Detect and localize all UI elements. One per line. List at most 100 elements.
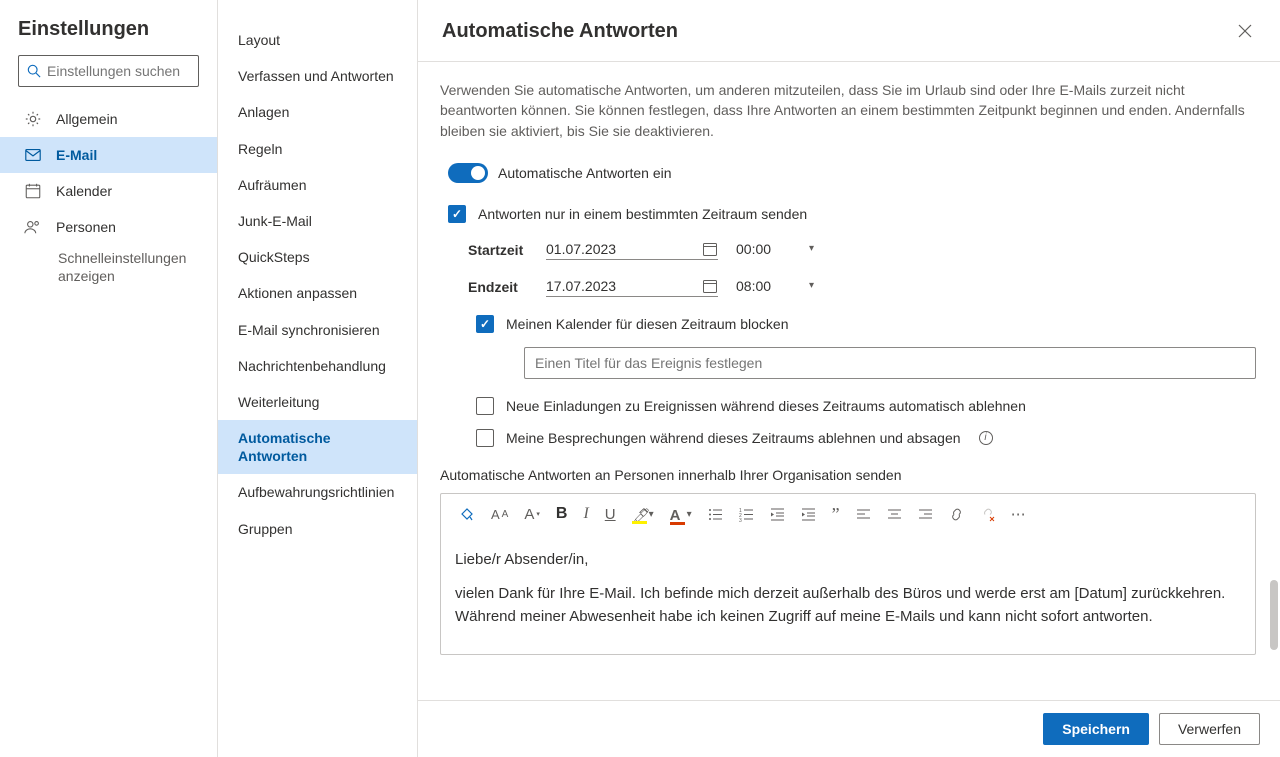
mid-item-sync[interactable]: E-Mail synchronisieren (218, 312, 417, 348)
gear-icon (24, 110, 42, 128)
number-list-icon: 123 (739, 507, 754, 522)
fontcolor-icon: A (670, 507, 685, 522)
font-size-button[interactable]: A▾ (524, 506, 540, 523)
mid-item-attachments[interactable]: Anlagen (218, 94, 417, 130)
auto-reply-toggle[interactable] (448, 163, 488, 183)
unlink-icon (980, 507, 995, 522)
intro-text: Verwenden Sie automatische Antworten, um… (440, 80, 1256, 141)
main-panel: Automatische Antworten Verwenden Sie aut… (418, 0, 1280, 757)
org-section-label: Automatische Antworten an Personen inner… (440, 467, 1256, 483)
mid-item-customize-actions[interactable]: Aktionen anpassen (218, 275, 417, 311)
quick-settings-link[interactable]: Schnelleinstellungen anzeigen (0, 245, 217, 293)
main-body: Verwenden Sie automatische Antworten, um… (418, 62, 1280, 700)
calendar-icon (702, 241, 718, 257)
editor-toolbar: AA A▾ B I U 🖊▾ A▾ 123 ” ⋯ (441, 494, 1255, 535)
event-title-wrapper (524, 347, 1256, 379)
nav-label: E-Mail (56, 147, 97, 163)
format-painter-button[interactable] (459, 506, 475, 522)
unlink-button[interactable] (980, 507, 995, 522)
nav-label: Personen (56, 219, 116, 235)
block-calendar-checkbox[interactable] (476, 315, 494, 333)
align-center-button[interactable] (887, 507, 902, 522)
discard-button[interactable]: Verwerfen (1159, 713, 1260, 745)
calendar-icon (702, 278, 718, 294)
close-icon (1238, 24, 1252, 38)
cancel-meetings-label: Meine Besprechungen während dieses Zeitr… (506, 430, 961, 446)
indent-icon (801, 507, 816, 522)
editor-paragraph: Liebe/r Absender/in, (455, 549, 1241, 572)
start-date-input[interactable]: 01.07.2023 (546, 241, 718, 260)
align-right-button[interactable] (918, 507, 933, 522)
search-input[interactable] (47, 63, 190, 79)
outdent-icon (770, 507, 785, 522)
mid-item-sweep[interactable]: Aufräumen (218, 167, 417, 203)
mid-item-forwarding[interactable]: Weiterleitung (218, 384, 417, 420)
underline-button[interactable]: U (605, 506, 616, 523)
nav-item-people[interactable]: Personen (0, 209, 217, 245)
decline-new-checkbox[interactable] (476, 397, 494, 415)
page-title: Automatische Antworten (442, 20, 678, 43)
decline-new-row: Neue Einladungen zu Ereignissen während … (468, 397, 1256, 415)
bullet-list-button[interactable] (708, 507, 723, 522)
align-center-icon (887, 507, 902, 522)
quote-button[interactable]: ” (832, 504, 840, 525)
mid-item-groups[interactable]: Gruppen (218, 511, 417, 547)
decline-new-label: Neue Einladungen zu Ereignissen während … (506, 398, 1026, 414)
event-title-input[interactable] (524, 347, 1256, 379)
align-right-icon (918, 507, 933, 522)
mid-item-auto-replies[interactable]: Automatische Antworten (218, 420, 417, 474)
font-color-button[interactable]: A▾ (670, 507, 692, 522)
main-header: Automatische Antworten (418, 0, 1280, 62)
scrollbar-thumb[interactable] (1270, 580, 1278, 650)
highlight-button[interactable]: 🖊▾ (632, 507, 654, 522)
close-button[interactable] (1234, 20, 1256, 47)
mid-item-retention[interactable]: Aufbewahrungsrichtlinien (218, 474, 417, 510)
editor-paragraph: vielen Dank für Ihre E-Mail. Ich befinde… (455, 583, 1241, 628)
nav-item-email[interactable]: E-Mail (0, 137, 217, 173)
start-time-value: 00:00 (736, 241, 771, 257)
editor-body[interactable]: Liebe/r Absender/in, vielen Dank für Ihr… (441, 535, 1255, 655)
mid-item-message-handling[interactable]: Nachrichtenbehandlung (218, 348, 417, 384)
footer: Speichern Verwerfen (418, 700, 1280, 757)
font-family-button[interactable]: AA (491, 507, 508, 522)
save-button[interactable]: Speichern (1043, 713, 1149, 745)
people-icon (24, 218, 42, 236)
mid-item-compose[interactable]: Verfassen und Antworten (218, 58, 417, 94)
end-time-select[interactable]: 08:00 ▾ (736, 278, 814, 297)
end-date-input[interactable]: 17.07.2023 (546, 278, 718, 297)
align-left-button[interactable] (856, 507, 871, 522)
indent-button[interactable] (801, 507, 816, 522)
more-button[interactable]: ⋯ (1011, 505, 1026, 523)
bold-button[interactable]: B (556, 505, 568, 523)
outdent-button[interactable] (770, 507, 785, 522)
search-input-wrapper[interactable] (18, 55, 199, 87)
quick-settings-label: Schnelleinstellungen anzeigen (58, 249, 199, 285)
nav-label: Kalender (56, 183, 112, 199)
italic-button[interactable]: I (583, 505, 588, 523)
reply-editor: AA A▾ B I U 🖊▾ A▾ 123 ” ⋯ Liebe/r (440, 493, 1256, 656)
mid-item-junk[interactable]: Junk-E-Mail (218, 203, 417, 239)
align-left-icon (856, 507, 871, 522)
search-icon (27, 64, 41, 78)
link-icon (949, 507, 964, 522)
end-time-value: 08:00 (736, 278, 771, 294)
nav-item-calendar[interactable]: Kalender (0, 173, 217, 209)
send-period-label: Antworten nur in einem bestimmten Zeitra… (478, 206, 807, 222)
nav-item-general[interactable]: Allgemein (0, 101, 217, 137)
mid-item-layout[interactable]: Layout (218, 22, 417, 58)
info-icon[interactable]: i (979, 431, 993, 445)
end-label: Endzeit (468, 279, 528, 295)
number-list-button[interactable]: 123 (739, 507, 754, 522)
link-button[interactable] (949, 507, 964, 522)
nav-label: Allgemein (56, 111, 117, 127)
send-period-checkbox[interactable] (448, 205, 466, 223)
start-time-select[interactable]: 00:00 ▾ (736, 241, 814, 260)
start-row: Startzeit 01.07.2023 00:00 ▾ (468, 241, 1256, 260)
end-row: Endzeit 17.07.2023 08:00 ▾ (468, 278, 1256, 297)
block-calendar-label: Meinen Kalender für diesen Zeitraum bloc… (506, 316, 789, 332)
chevron-down-icon: ▾ (809, 280, 814, 291)
start-date-value: 01.07.2023 (546, 241, 616, 257)
mid-item-rules[interactable]: Regeln (218, 131, 417, 167)
cancel-meetings-checkbox[interactable] (476, 429, 494, 447)
mid-item-quicksteps[interactable]: QuickSteps (218, 239, 417, 275)
